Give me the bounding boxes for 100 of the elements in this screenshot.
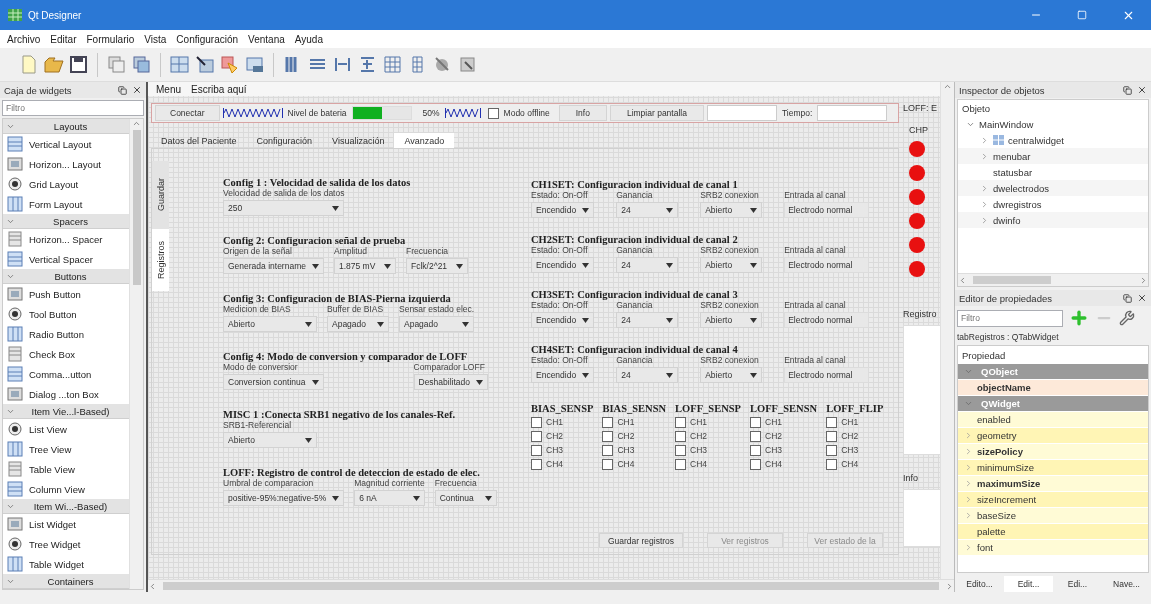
menu-item[interactable]: Editar [50, 33, 77, 45]
dropdown[interactable]: 24 [616, 257, 679, 273]
property-row[interactable]: sizePolicy [958, 444, 1148, 460]
property-row[interactable]: sizeIncrement [958, 492, 1148, 508]
float-icon[interactable] [1123, 85, 1132, 95]
widget-item[interactable]: List Widget [3, 514, 129, 534]
push-button[interactable]: Limpiar pantalla [609, 105, 704, 121]
menu-item[interactable]: Formulario [86, 33, 135, 45]
tree-item[interactable]: dwinfo [958, 212, 1148, 228]
menu-item[interactable]: Escriba aquí [191, 83, 247, 95]
side-tab[interactable]: Registros [152, 229, 169, 291]
stacked-windows-icon[interactable] [106, 54, 127, 75]
category-header[interactable]: Layouts [3, 119, 129, 134]
checkbox[interactable] [826, 444, 838, 456]
tab[interactable]: Datos del Paciente [151, 133, 247, 148]
dropdown[interactable]: 6 nA [354, 490, 425, 506]
category-header[interactable]: Item Wi...-Based) [3, 499, 129, 514]
widget-item[interactable]: Horizon... Layout [3, 154, 129, 174]
checkbox[interactable] [602, 444, 614, 456]
widget-item[interactable]: Vertical Layout [3, 134, 129, 154]
property-row[interactable]: palette [958, 524, 1148, 540]
checkbox[interactable] [531, 416, 542, 428]
scrollbar[interactable] [129, 119, 143, 589]
widget-item[interactable]: Tree View [3, 439, 129, 459]
category-header[interactable]: Item Vie...l-Based) [3, 404, 129, 419]
adjust-size-icon[interactable] [457, 54, 478, 75]
menu-item[interactable]: Ayuda [294, 33, 323, 45]
property-row[interactable]: maximumSize [958, 476, 1148, 492]
checkbox[interactable] [826, 458, 838, 470]
widget-item[interactable]: Dialog ...ton Box [3, 384, 129, 404]
property-row[interactable]: enabled [958, 412, 1148, 428]
category-header[interactable]: Spacers [3, 214, 129, 229]
category-header[interactable]: Buttons [3, 269, 129, 284]
checkbox[interactable] [531, 444, 542, 456]
dropdown[interactable]: Abierto [700, 257, 763, 273]
dropdown[interactable]: Apagado [327, 316, 389, 332]
dropdown[interactable]: Continua [434, 490, 497, 506]
widget-item[interactable]: Table Widget [3, 554, 129, 574]
checkbox[interactable] [750, 416, 761, 428]
menu-item[interactable]: Vista [144, 33, 167, 45]
widget-item[interactable]: Table View [3, 459, 129, 479]
push-button[interactable]: Info [558, 105, 607, 121]
menu-item[interactable]: Configuración [176, 33, 239, 45]
widget-item[interactable]: Grid Layout [3, 174, 129, 194]
checkbox[interactable] [675, 430, 687, 442]
checkbox[interactable] [602, 458, 614, 470]
add-property-icon[interactable] [1069, 308, 1089, 328]
property-row[interactable]: geometry [958, 428, 1148, 444]
push-button[interactable]: Conectar [155, 105, 220, 121]
checkbox[interactable] [675, 458, 687, 470]
checkbox[interactable] [750, 430, 761, 442]
dropdown[interactable]: 24 [616, 202, 679, 218]
scrollbar[interactable] [148, 579, 954, 592]
checkbox[interactable] [750, 458, 761, 470]
dropdown[interactable]: Abierto [700, 367, 763, 383]
widget-item[interactable]: Tree Widget [3, 534, 129, 554]
checkbox[interactable] [826, 430, 838, 442]
widget-item[interactable]: Column View [3, 479, 129, 499]
checkbox[interactable] [531, 458, 542, 470]
dropdown[interactable]: Encendido [531, 202, 595, 218]
checkbox[interactable] [675, 444, 687, 456]
checkbox[interactable] [531, 430, 542, 442]
dropdown[interactable]: 24 [616, 367, 679, 383]
dropdown[interactable]: Generada intername [223, 258, 324, 274]
wrench-icon[interactable] [1119, 310, 1135, 326]
checkbox[interactable] [487, 107, 499, 119]
tab-order-icon[interactable] [244, 54, 265, 75]
widget-item[interactable]: Push Button [3, 284, 129, 304]
tab[interactable]: Edi... [1053, 576, 1102, 592]
push-button[interactable]: Guardar registros [599, 533, 683, 548]
property-row[interactable]: minimumSize [958, 460, 1148, 476]
widget-item[interactable]: Vertical Spacer [3, 249, 129, 269]
dropdown[interactable]: Fclk/2^21 [405, 258, 468, 274]
widget-item[interactable]: Radio Button [3, 324, 129, 344]
tab[interactable]: Edit... [1004, 576, 1053, 592]
tab[interactable]: Nave... [1102, 576, 1151, 592]
text-field[interactable] [817, 105, 888, 121]
dropdown[interactable]: Abierto [700, 202, 763, 218]
dropdown[interactable]: Encendido [531, 257, 595, 273]
pointer-box-icon[interactable] [194, 54, 215, 75]
float-icon[interactable] [118, 85, 127, 95]
checkbox[interactable] [826, 416, 838, 428]
tab[interactable]: Edito... [955, 576, 1004, 592]
grid-icon[interactable] [382, 54, 403, 75]
dropdown[interactable]: 1.875 mV [333, 258, 396, 274]
dropdown[interactable]: Deshabilitado [413, 374, 488, 390]
property-row[interactable]: font [958, 540, 1148, 556]
text-field[interactable] [706, 105, 777, 121]
dropdown[interactable]: Apagado [399, 316, 475, 332]
float-icon[interactable] [1123, 293, 1132, 303]
checkbox[interactable] [750, 444, 761, 456]
dropdown[interactable]: 250 [223, 200, 345, 216]
widget-item[interactable]: Horizon... Spacer [3, 229, 129, 249]
menu-item[interactable]: Archivo [7, 33, 41, 45]
property-row[interactable]: baseSize [958, 508, 1148, 524]
tree-item[interactable]: dwelectrodos [958, 180, 1148, 196]
dropdown[interactable]: Abierto [223, 432, 317, 448]
dropdown[interactable]: positive-95%:negative-5% [223, 490, 345, 506]
checkbox[interactable] [602, 416, 614, 428]
dropdown[interactable]: 24 [616, 312, 679, 328]
